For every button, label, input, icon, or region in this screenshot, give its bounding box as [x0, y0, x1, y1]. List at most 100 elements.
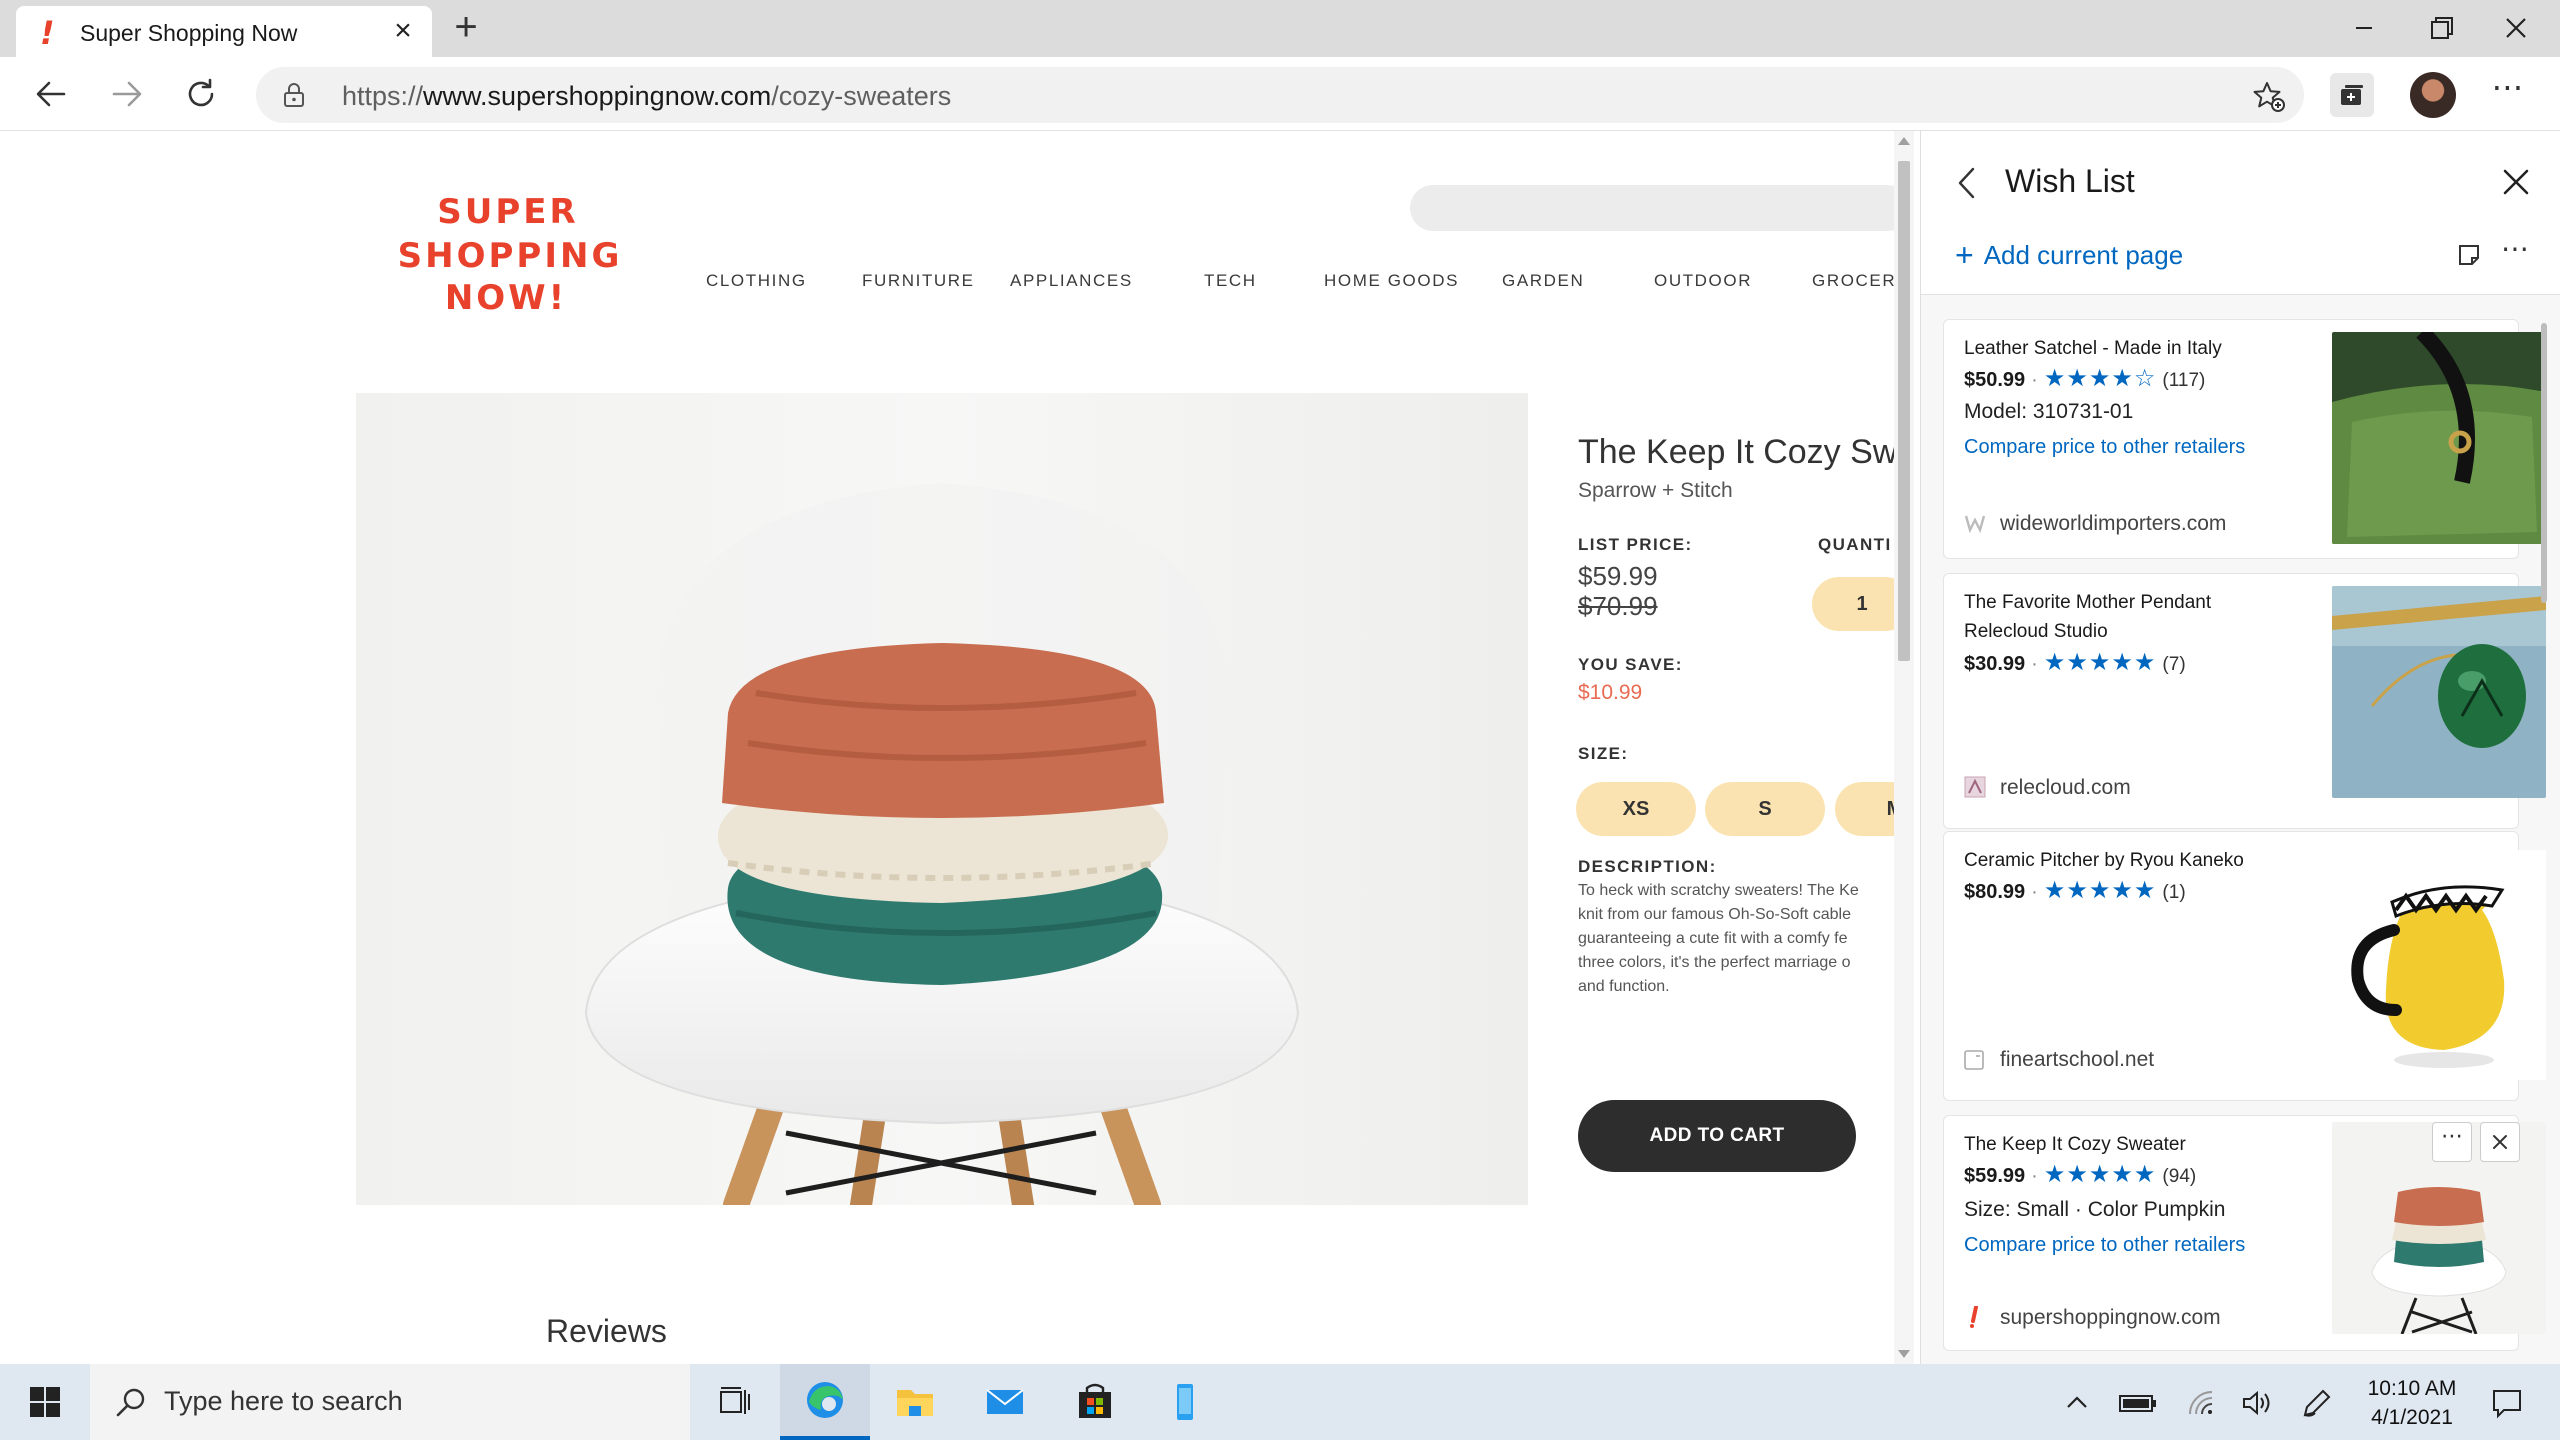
size-option-xs[interactable]: XS: [1576, 782, 1696, 836]
add-current-page-label: Add current page: [1983, 240, 2184, 270]
item-source[interactable]: supershoppingnow.com: [1964, 1306, 2221, 1330]
item-title[interactable]: Leather Satchel - Made in Italy: [1964, 334, 2294, 363]
item-price: $59.99: [1964, 1165, 2026, 1187]
collections-button[interactable]: [2330, 73, 2374, 117]
mail-button[interactable]: [960, 1364, 1050, 1440]
settings-and-more-button[interactable]: ⋯: [2488, 71, 2528, 115]
star-rating-icon: ★★★★★: [2043, 1161, 2157, 1188]
wish-list-pane: Wish List + Add current page ⋯ Leather Sa…: [1920, 131, 2560, 1364]
taskbar-clock[interactable]: 10:10 AM 4/1/2021: [2362, 1374, 2462, 1432]
volume-button[interactable]: [2240, 1386, 2274, 1420]
url-path: /cozy-sweaters: [771, 81, 952, 111]
restore-button[interactable]: [2410, 8, 2470, 48]
wish-list-item[interactable]: The Favorite Mother Pendant Relecloud St…: [1943, 573, 2546, 829]
wish-list-header: Wish List + Add current page ⋯: [1921, 131, 2560, 295]
page-scrollbar[interactable]: [1894, 131, 1914, 1364]
size-label: SIZE:: [1578, 744, 1629, 763]
wish-list-item[interactable]: Leather Satchel - Made in Italy $50.99 · ★…: [1943, 319, 2546, 559]
task-view-button[interactable]: [690, 1364, 780, 1440]
tab-close-icon[interactable]: ×: [388, 16, 418, 46]
pen-workspace-button[interactable]: [2300, 1386, 2334, 1420]
minimize-button[interactable]: [2334, 8, 2394, 48]
item-price-rating: $80.99 · ★★★★★ (1): [1964, 877, 2186, 904]
edge-taskbar-button[interactable]: [780, 1364, 870, 1440]
lock-icon[interactable]: [280, 81, 308, 109]
browser-tab[interactable]: ! Super Shopping Now ×: [16, 6, 432, 57]
size-option-s[interactable]: S: [1705, 782, 1825, 836]
speaker-icon: [2243, 1390, 2270, 1416]
item-more-options-button[interactable]: ⋯: [2432, 1122, 2472, 1162]
reload-button[interactable]: [178, 71, 224, 117]
nav-clothing[interactable]: CLOTHING: [706, 271, 807, 291]
quantity-stepper[interactable]: 1: [1812, 577, 1896, 631]
item-price-rating: $50.99 · ★★★★☆ (117): [1964, 365, 2206, 392]
taskbar-search-box[interactable]: Type here to search: [90, 1364, 690, 1440]
product-brand[interactable]: Sparrow + Stitch: [1578, 479, 1733, 503]
item-variant: Size: Small · Color Pumpkin: [1964, 1198, 2226, 1221]
item-remove-button[interactable]: [2480, 1122, 2520, 1162]
store-icon: [1079, 1383, 1111, 1418]
wish-list-item[interactable]: Ceramic Pitcher by Ryou Kaneko $80.99 · ★★…: [1943, 831, 2546, 1101]
start-button[interactable]: [0, 1364, 90, 1440]
item-source[interactable]: wideworldimporters.com: [1964, 512, 2226, 536]
star-rating-icon: ★★★★★: [2043, 649, 2157, 676]
scroll-up-arrow-icon[interactable]: [1898, 137, 1910, 145]
minimize-icon: [2356, 27, 2372, 29]
pane-back-icon[interactable]: [1951, 163, 1981, 203]
notification-icon: [2493, 1390, 2521, 1419]
back-arrow-icon: [36, 81, 66, 107]
compare-price-link[interactable]: Compare price to other retailers: [1964, 1234, 2245, 1257]
nav-home-goods[interactable]: HOME GOODS: [1324, 271, 1459, 291]
item-model: Model: 310731-01: [1964, 400, 2134, 423]
logo-line-2: SHOPPING: [398, 236, 622, 276]
add-current-page-button[interactable]: + Add current page: [1955, 237, 2183, 274]
add-favorite-star-icon[interactable]: [2252, 79, 2286, 113]
wish-list-item[interactable]: The Keep It Cozy Sweater $59.99 · ★★★★★ (94…: [1943, 1115, 2546, 1351]
nav-appliances[interactable]: APPLIANCES: [1010, 271, 1133, 291]
add-to-cart-button[interactable]: ADD TO CART: [1578, 1100, 1856, 1172]
network-button[interactable]: [2184, 1386, 2218, 1420]
page-scroll-thumb[interactable]: [1898, 161, 1910, 661]
nav-garden[interactable]: GARDEN: [1502, 271, 1584, 291]
scroll-down-arrow-icon[interactable]: [1898, 1350, 1910, 1358]
compare-price-link[interactable]: Compare price to other retailers: [1964, 436, 2245, 459]
address-bar[interactable]: https://www.supershoppingnow.com/cozy-sw…: [256, 67, 2304, 123]
nav-tech[interactable]: TECH: [1204, 271, 1257, 291]
profile-avatar[interactable]: [2410, 72, 2456, 118]
pane-more-options-button[interactable]: ⋯: [2501, 235, 2530, 263]
item-source[interactable]: relecloud.com: [1964, 776, 2131, 800]
you-save-label: YOU SAVE:: [1578, 655, 1683, 674]
pane-scroll-thumb[interactable]: [2541, 323, 2547, 603]
size-option-m[interactable]: M: [1835, 782, 1896, 836]
add-note-icon[interactable]: [2455, 241, 2483, 269]
nav-grocery[interactable]: GROCERY: [1812, 271, 1896, 291]
battery-button[interactable]: [2118, 1386, 2158, 1420]
store-button[interactable]: [1050, 1364, 1140, 1440]
wish-list-title: Wish List: [2005, 163, 2135, 199]
file-explorer-button[interactable]: [870, 1364, 960, 1440]
windows-logo-icon: [30, 1387, 60, 1417]
forward-button[interactable]: [104, 71, 150, 117]
clock-date: 4/1/2021: [2371, 1406, 2453, 1429]
description-line: knit from our famous Oh-So-Soft cable: [1578, 906, 1851, 923]
nav-outdoor[interactable]: OUTDOOR: [1654, 271, 1752, 291]
item-title[interactable]: The Favorite Mother Pendant Relecloud St…: [1964, 588, 2294, 646]
phone-app-button[interactable]: [1140, 1364, 1230, 1440]
item-title[interactable]: Ceramic Pitcher by Ryou Kaneko: [1964, 846, 2294, 875]
item-title[interactable]: The Keep It Cozy Sweater: [1964, 1130, 2294, 1159]
back-button[interactable]: [28, 71, 74, 117]
tab-strip: ! Super Shopping Now × +: [0, 0, 2560, 57]
task-view-icon: [720, 1387, 750, 1414]
browser-toolbar: https://www.supershoppingnow.com/cozy-sw…: [0, 57, 2560, 131]
new-tab-button[interactable]: +: [448, 7, 484, 47]
url-text[interactable]: https://www.supershoppingnow.com/cozy-sw…: [342, 81, 951, 112]
site-search-input[interactable]: [1410, 185, 1896, 231]
nav-furniture[interactable]: FURNITURE: [862, 271, 975, 291]
window-close-button[interactable]: [2486, 8, 2546, 48]
show-hidden-icons-button[interactable]: [2060, 1386, 2094, 1420]
pane-close-icon[interactable]: [2501, 167, 2531, 197]
fineartschool-favicon-icon: [1964, 1050, 1984, 1070]
tab-favicon: !: [40, 14, 55, 52]
action-center-button[interactable]: [2490, 1386, 2524, 1420]
item-source[interactable]: fineartschool.net: [1964, 1048, 2154, 1072]
